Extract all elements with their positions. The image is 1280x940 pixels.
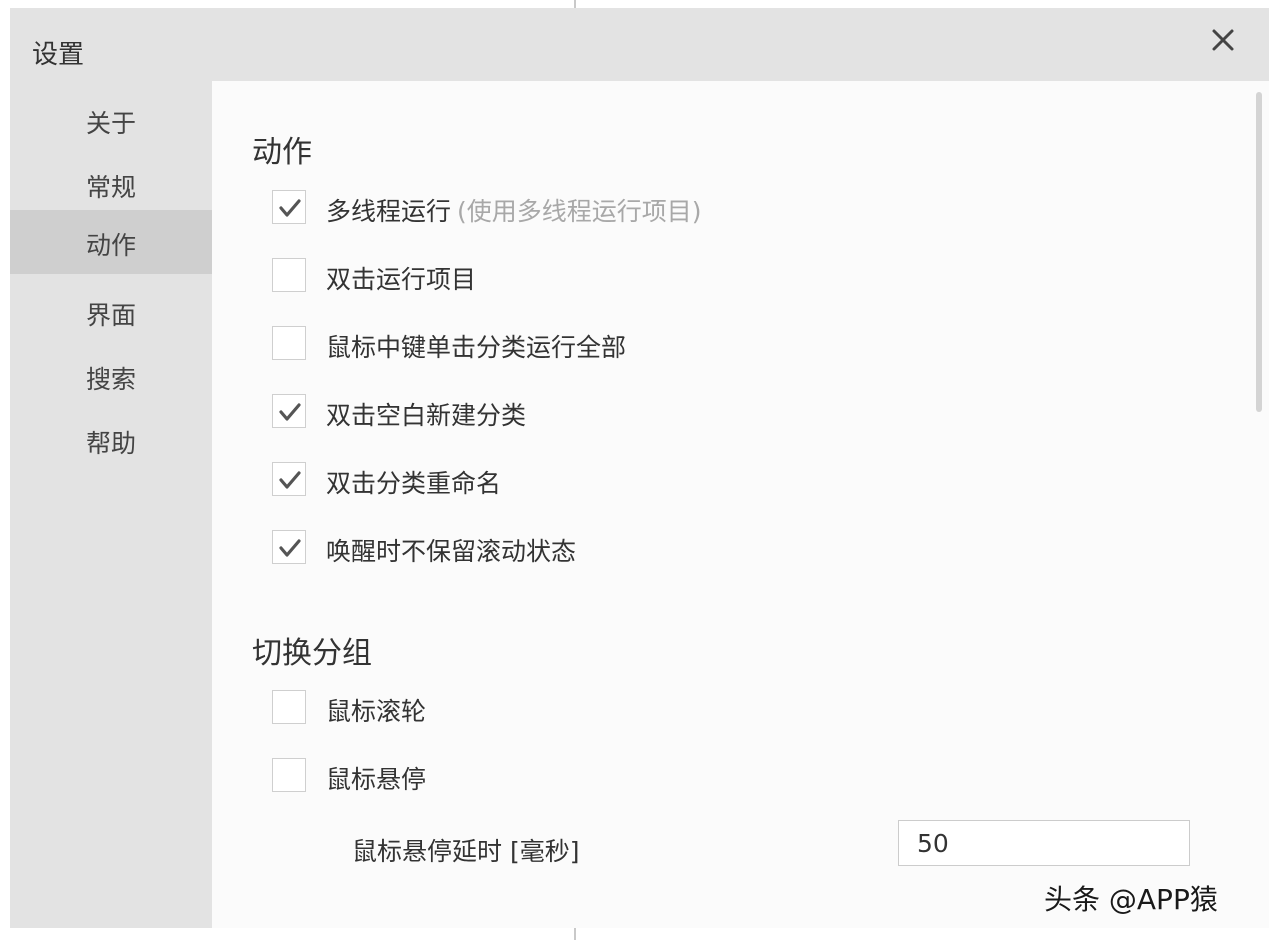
option-label: 双击分类重命名	[326, 469, 502, 498]
close-button[interactable]	[1205, 22, 1241, 58]
sidebar-item-label: 搜索	[86, 365, 137, 394]
checkbox[interactable]	[272, 530, 306, 564]
checkbox[interactable]	[272, 394, 306, 428]
check-icon	[279, 471, 301, 489]
sidebar-item-label: 帮助	[86, 429, 137, 458]
checkbox[interactable]	[272, 462, 306, 496]
checkbox[interactable]	[272, 758, 306, 792]
checkbox[interactable]	[272, 326, 306, 360]
sidebar-item-label: 关于	[86, 109, 137, 138]
hover-delay-input[interactable]	[898, 820, 1190, 866]
section-title-action: 动作	[252, 135, 312, 170]
check-icon	[279, 539, 301, 557]
option-label: 鼠标悬停	[326, 765, 427, 794]
section-title-switch-group: 切换分组	[252, 636, 372, 671]
option-label: 鼠标滚轮	[326, 697, 427, 726]
sidebar-item-search[interactable]: 搜索	[10, 344, 212, 408]
checkbox[interactable]	[272, 690, 306, 724]
sidebar-item-help[interactable]: 帮助	[10, 408, 212, 472]
sidebar-item-about[interactable]: 关于	[10, 88, 212, 152]
close-icon	[1212, 29, 1234, 51]
check-icon	[279, 199, 301, 217]
sidebar-item-label: 常规	[86, 173, 137, 202]
sidebar-item-interface[interactable]: 界面	[10, 280, 212, 344]
option-label: 双击运行项目	[326, 265, 477, 294]
settings-sidebar: 关于 常规 动作 界面 搜索 帮助	[10, 82, 212, 922]
settings-content: 动作 多线程运行 (使用多线程运行项目) 双击运行项目 鼠标中键单击分类运行全部 …	[212, 81, 1269, 928]
hover-delay-label: 鼠标悬停延时 [毫秒]	[352, 837, 580, 866]
option-label: 鼠标中键单击分类运行全部	[326, 333, 627, 362]
checkbox[interactable]	[272, 258, 306, 292]
sidebar-item-label: 界面	[86, 301, 137, 330]
cutoff-section-title: ……	[312, 921, 364, 928]
option-label: 双击空白新建分类	[326, 401, 527, 430]
content-scrollbar[interactable]	[1256, 92, 1262, 412]
sidebar-item-label: 动作	[86, 231, 137, 260]
checkbox[interactable]	[272, 190, 306, 224]
option-label: 多线程运行 (使用多线程运行项目)	[326, 197, 702, 226]
watermark-text: 头条 @APP猿	[1044, 883, 1218, 916]
option-label: 唤醒时不保留滚动状态	[326, 537, 577, 566]
settings-dialog: 设置 关于 常规 动作 界面 搜索 帮助 动作 多线程运行 (使用多线程运行项目…	[10, 8, 1269, 928]
dialog-title: 设置	[32, 40, 85, 70]
check-icon	[279, 403, 301, 421]
sidebar-item-general[interactable]: 常规	[10, 152, 212, 216]
sidebar-item-action[interactable]: 动作	[10, 210, 212, 274]
option-hint: (使用多线程运行项目)	[457, 197, 702, 226]
